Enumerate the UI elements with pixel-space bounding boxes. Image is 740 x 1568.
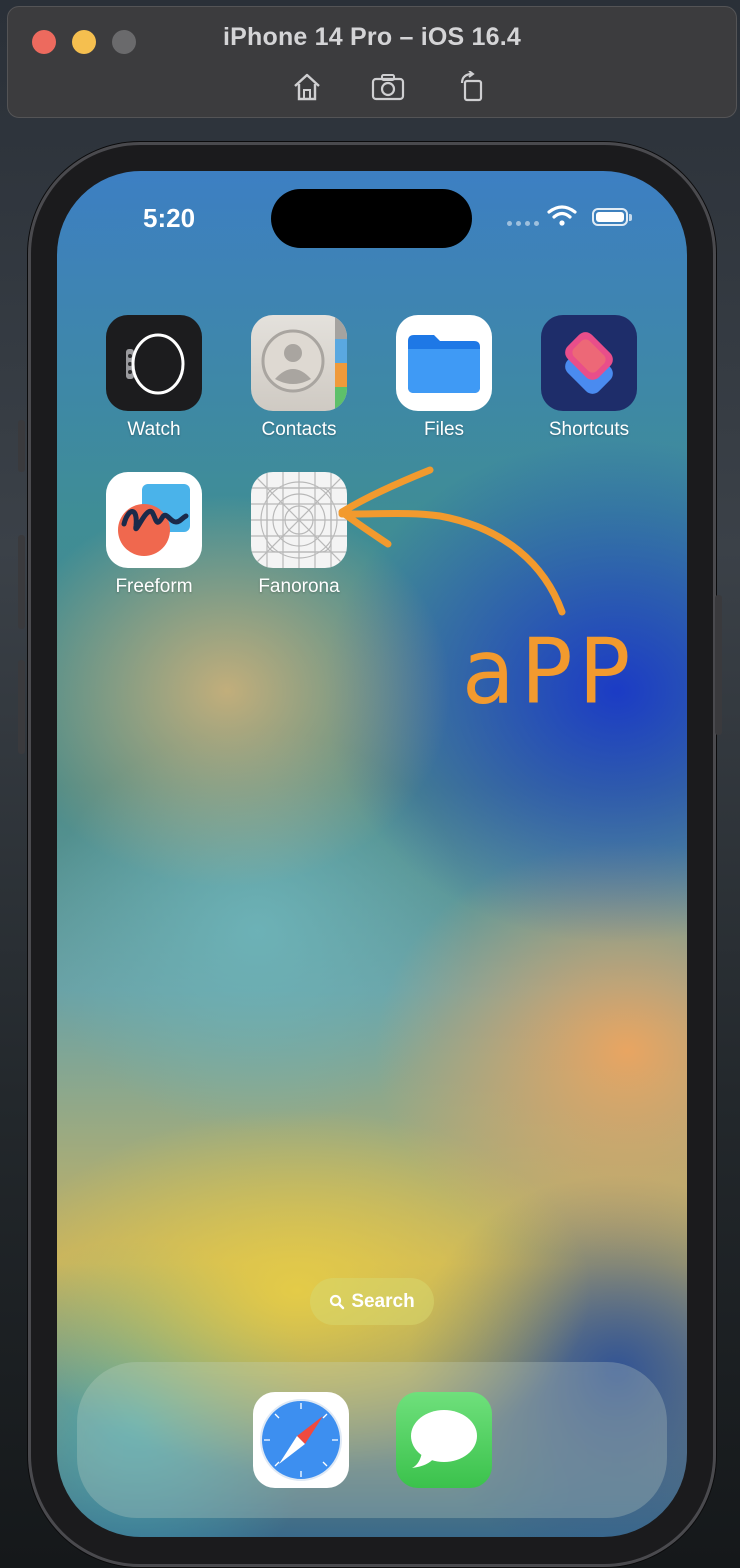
home-button[interactable] [289, 69, 325, 105]
magnifier-icon [330, 1294, 345, 1309]
app-label-fanorona: Fanorona [258, 576, 340, 597]
window-title: iPhone 14 Pro – iOS 16.4 [223, 23, 521, 51]
rotate-button[interactable] [454, 69, 490, 105]
app-shortcuts[interactable]: Shortcuts [529, 315, 649, 441]
app-freeform[interactable]: Freeform [94, 472, 214, 598]
app-label-contacts: Contacts [261, 419, 337, 440]
volume-up-button[interactable] [18, 535, 25, 629]
contacts-icon [251, 315, 347, 411]
safari-icon [260, 1399, 342, 1481]
screenshot-icon [371, 74, 405, 101]
volume-down-button[interactable] [18, 660, 25, 754]
messages-icon [411, 1410, 477, 1468]
app-label-freeform: Freeform [115, 576, 193, 597]
simulator-title-bar: iPhone 14 Pro – iOS 16.4 [7, 6, 737, 118]
app-watch[interactable]: Watch [94, 315, 214, 441]
status-time: 5:20 [143, 203, 196, 233]
files-icon [396, 315, 492, 411]
dock-app-messages[interactable] [396, 1392, 492, 1488]
app-fanorona[interactable]: Fanorona [239, 472, 359, 598]
app-placeholder-icon [251, 472, 347, 568]
signal-dots-icon [507, 221, 539, 226]
power-button[interactable] [715, 595, 722, 735]
dock [77, 1362, 667, 1518]
dock-app-safari[interactable] [253, 1392, 349, 1488]
action-button[interactable] [18, 420, 25, 472]
battery-icon [592, 208, 632, 226]
app-files[interactable]: Files [384, 315, 504, 441]
app-contacts[interactable]: Contacts [239, 315, 359, 441]
wifi-icon [547, 205, 577, 226]
shortcuts-icon [541, 315, 637, 411]
rotate-icon [460, 71, 483, 102]
home-screen: 5:20 Watch Contacts Files Shortcuts Free… [57, 171, 687, 1537]
search-label: Search [351, 1290, 415, 1312]
app-label-files: Files [423, 419, 465, 440]
spotlight-search-button[interactable]: Search [310, 1278, 434, 1325]
home-icon [294, 73, 320, 101]
watch-icon [106, 315, 202, 411]
app-label-shortcuts: Shortcuts [548, 419, 630, 440]
app-label-watch: Watch [127, 419, 181, 440]
dynamic-island [271, 189, 472, 248]
annotation-label: aPP [462, 619, 637, 725]
freeform-icon [106, 472, 202, 568]
screenshot-button[interactable] [370, 69, 406, 105]
